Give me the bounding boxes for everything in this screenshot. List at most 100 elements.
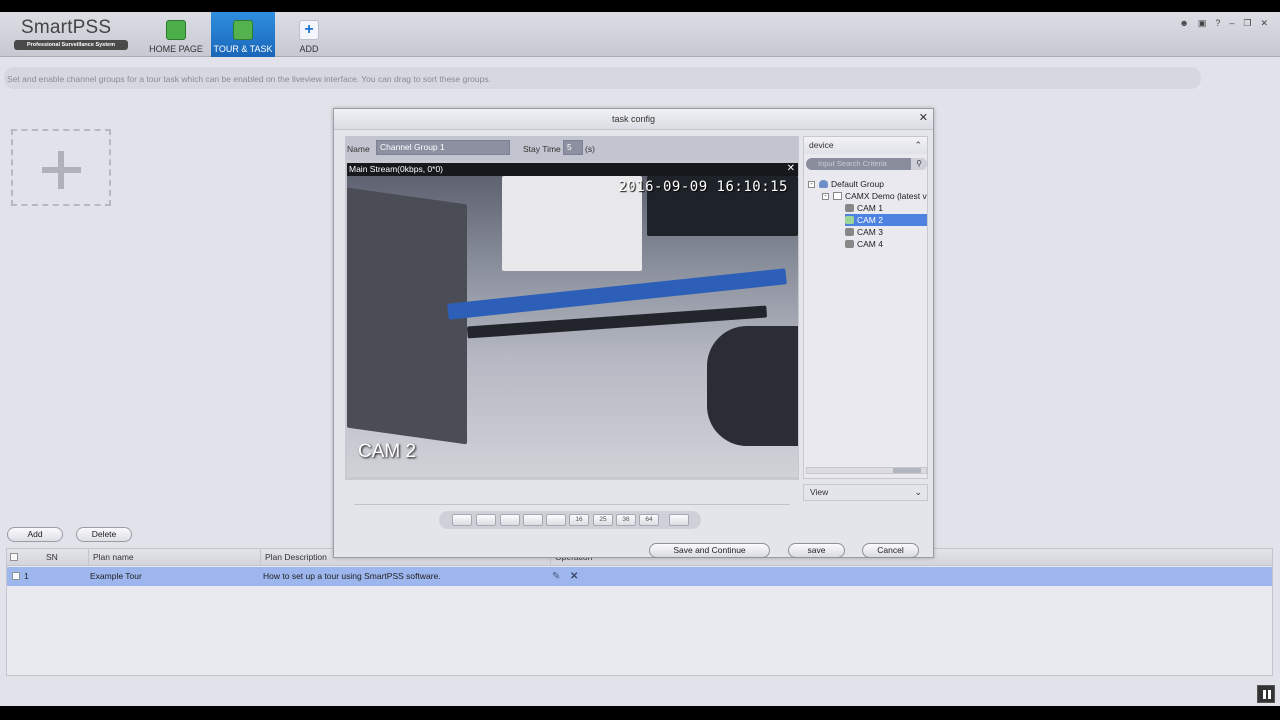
- row-plan-description: How to set up a tour using SmartPSS soft…: [263, 571, 441, 581]
- add-channel-group-button[interactable]: [11, 129, 111, 206]
- nav-home-label: HOME PAGE: [149, 44, 203, 54]
- camera-icon: [845, 216, 854, 224]
- search-icon[interactable]: ⚲: [911, 158, 927, 170]
- group-settings-bar: Name Channel Group 1 Stay Time 5 (s): [345, 136, 799, 160]
- window-controls: ☻ ▣ ? – ❐ ✕: [1179, 18, 1268, 29]
- close-stream-icon[interactable]: ✕: [787, 163, 795, 175]
- nav-tour-and-task[interactable]: TOUR & TASK: [211, 12, 275, 57]
- help-icon[interactable]: ?: [1215, 18, 1220, 29]
- tree-device-label: CAMX Demo (latest v: [845, 191, 927, 201]
- feed-cable-coil: [707, 326, 798, 446]
- divider: [354, 504, 790, 505]
- lock-icon[interactable]: ▣: [1198, 18, 1207, 29]
- header-plan-name: Plan name: [88, 549, 260, 566]
- nav-tour-label: TOUR & TASK: [213, 44, 273, 54]
- save-and-continue-button[interactable]: Save and Continue: [649, 543, 770, 558]
- split-1-button[interactable]: [452, 514, 472, 526]
- tree-cam-1[interactable]: CAM 1: [845, 202, 927, 214]
- split-36-button[interactable]: 36: [616, 514, 636, 526]
- group-icon: [819, 180, 828, 188]
- pause-icon[interactable]: [1257, 685, 1275, 703]
- add-button[interactable]: Add: [7, 527, 63, 542]
- logo-tagline: Professional Surveillance System: [14, 40, 128, 50]
- smartpss-window: SmartPSS Professional Surveillance Syste…: [0, 12, 1280, 706]
- tree-cam-label: CAM 4: [857, 239, 883, 249]
- device-search-input[interactable]: Input Search Criteria ⚲: [806, 158, 927, 170]
- delete-button[interactable]: Delete: [76, 527, 132, 542]
- collapse-device-icon[interactable]: -: [822, 193, 829, 200]
- scrollbar-thumb[interactable]: [893, 468, 921, 473]
- user-icon[interactable]: ☻: [1179, 18, 1188, 29]
- save-button[interactable]: save: [788, 543, 845, 558]
- stay-time-input[interactable]: 5: [563, 140, 583, 155]
- header-sn: SN: [46, 552, 58, 562]
- stay-time-unit: (s): [585, 144, 595, 154]
- split-25-button[interactable]: 25: [593, 514, 613, 526]
- stay-time-label: Stay Time: [523, 144, 561, 154]
- tour-refresh-icon: [233, 20, 253, 40]
- collapse-root-icon[interactable]: -: [808, 181, 815, 188]
- channel-preview-panel: Name Channel Group 1 Stay Time 5 (s) Mai…: [345, 136, 799, 480]
- camera-icon: [845, 228, 854, 236]
- tree-cam-3[interactable]: CAM 3: [845, 226, 927, 238]
- top-navigation-bar: SmartPSS Professional Surveillance Syste…: [0, 12, 1280, 57]
- plus-icon: +: [299, 20, 319, 40]
- custom-split-button[interactable]: [669, 514, 689, 526]
- split-6-button[interactable]: [500, 514, 520, 526]
- close-icon[interactable]: ✕: [1260, 18, 1268, 29]
- video-window[interactable]: Main Stream(0kbps, 0*0) ✕ 2016-09-09 16:…: [347, 163, 798, 477]
- dialog-title: task config: [334, 109, 933, 130]
- stream-info-bar: Main Stream(0kbps, 0*0) ✕: [347, 163, 798, 176]
- tree-cam-4[interactable]: CAM 4: [845, 238, 927, 250]
- video-camera-label: CAM 2: [358, 441, 417, 462]
- close-icon[interactable]: ✕: [919, 111, 928, 124]
- tree-cam-label: CAM 3: [857, 227, 883, 237]
- chevron-up-icon[interactable]: ⌃: [914, 137, 922, 154]
- tour-plan-table: SN Plan name Plan Description Operation …: [6, 548, 1273, 676]
- device-icon: [833, 192, 842, 200]
- device-tree-panel: device ⌃ Input Search Criteria ⚲ - Defau…: [803, 136, 928, 479]
- tree-cam-label: CAM 1: [857, 203, 883, 213]
- name-label: Name: [347, 144, 370, 154]
- tree-default-group-label: Default Group: [831, 179, 884, 189]
- tree-cam-2[interactable]: CAM 2: [845, 214, 927, 226]
- split-16-button[interactable]: 16: [569, 514, 589, 526]
- horizontal-scrollbar[interactable]: [806, 467, 927, 474]
- search-placeholder: Input Search Criteria: [818, 159, 887, 168]
- view-select[interactable]: View ⌄: [803, 484, 928, 501]
- hint-text: Set and enable channel groups for a tour…: [4, 67, 1201, 89]
- split-64-button[interactable]: 64: [639, 514, 659, 526]
- window-split-toolbar: 16 25 36 64: [439, 511, 701, 529]
- chevron-down-icon: ⌄: [914, 487, 922, 497]
- group-name-input[interactable]: Channel Group 1: [376, 140, 510, 155]
- nav-add[interactable]: + ADD: [283, 12, 335, 57]
- restore-icon[interactable]: ❐: [1243, 18, 1251, 29]
- cancel-button[interactable]: Cancel: [862, 543, 919, 558]
- tree-device[interactable]: CAMX Demo (latest v: [833, 190, 927, 202]
- row-plan-name: Example Tour: [90, 571, 142, 581]
- select-all-checkbox[interactable]: [10, 553, 18, 561]
- smartpss-logo: SmartPSS Professional Surveillance Syste…: [14, 17, 128, 51]
- home-icon: [166, 20, 186, 40]
- camera-feed: 2016-09-09 16:10:15 CAM 2: [347, 176, 798, 477]
- row-sn: 1: [24, 571, 29, 581]
- tree-cam-label: CAM 2: [857, 215, 883, 225]
- row-checkbox[interactable]: [12, 572, 20, 580]
- task-config-dialog: task config ✕ Name Channel Group 1 Stay …: [333, 108, 934, 558]
- edit-icon[interactable]: ✎: [549, 567, 560, 586]
- nav-home-page[interactable]: HOME PAGE: [143, 12, 209, 57]
- table-row[interactable]: 1 Example Tour How to set up a tour usin…: [7, 567, 1272, 586]
- split-4-button[interactable]: [476, 514, 496, 526]
- video-timestamp: 2016-09-09 16:10:15: [618, 179, 788, 195]
- stream-info: Main Stream(0kbps, 0*0): [349, 164, 444, 174]
- split-8-button[interactable]: [523, 514, 543, 526]
- split-9-button[interactable]: [546, 514, 566, 526]
- device-header[interactable]: device ⌃: [804, 137, 927, 154]
- logo-name: SmartPSS: [21, 17, 112, 38]
- minimize-icon[interactable]: –: [1229, 18, 1234, 29]
- nav-add-label: ADD: [299, 44, 319, 54]
- delete-icon[interactable]: ✕: [567, 567, 578, 586]
- plus-icon-vertical: [58, 151, 64, 189]
- view-select-label: View: [810, 487, 829, 497]
- tree-default-group[interactable]: Default Group: [819, 178, 884, 190]
